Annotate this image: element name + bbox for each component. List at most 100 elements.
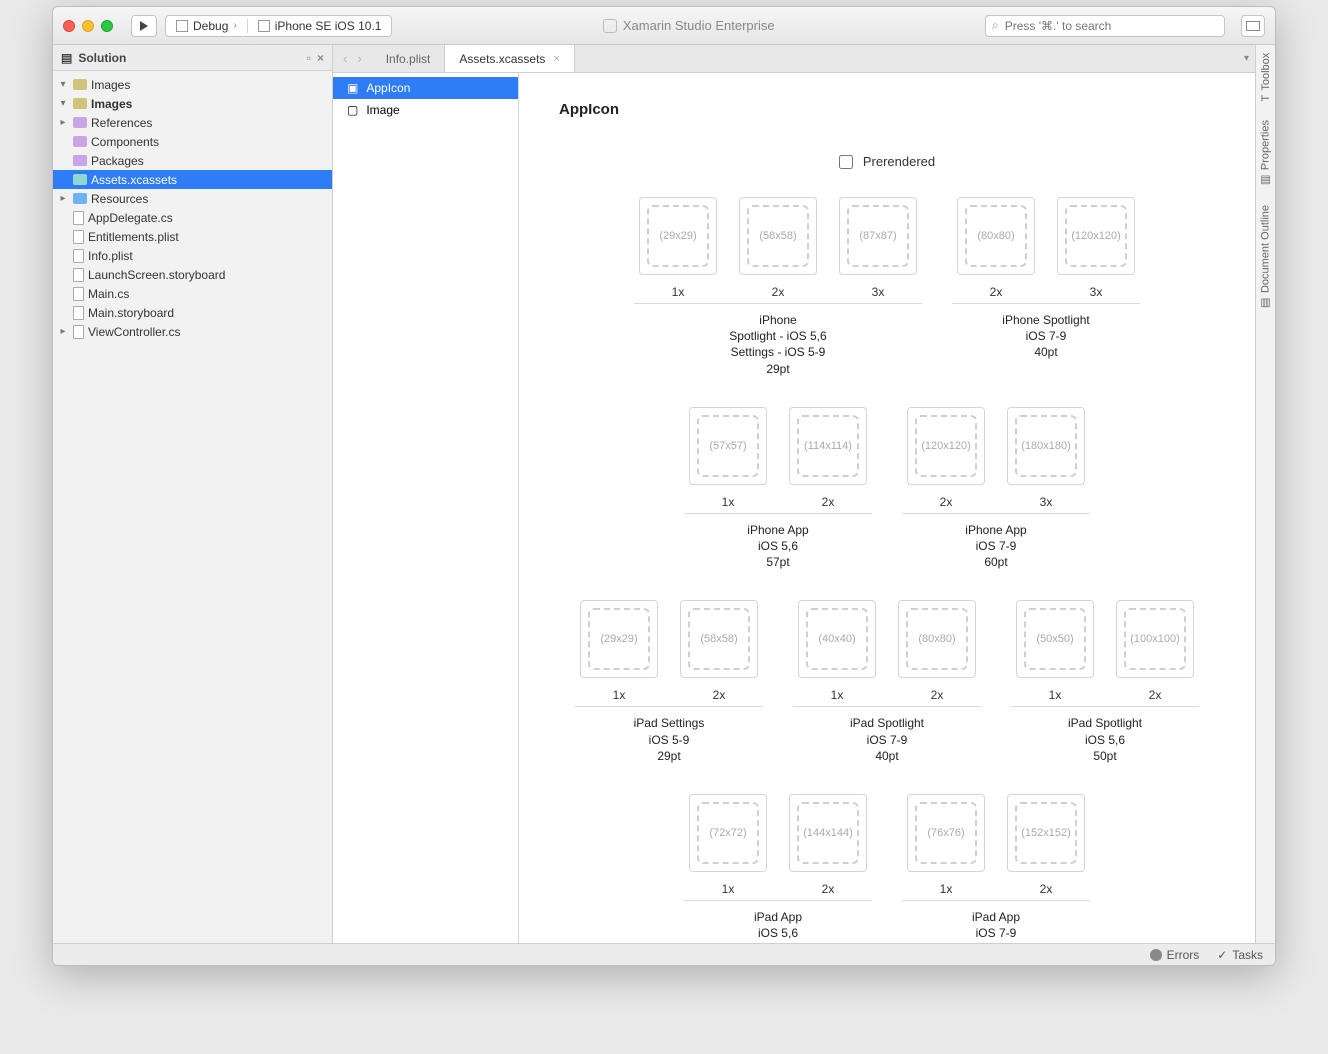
icon-well[interactable]: (40x40) — [798, 600, 876, 678]
icon-group: (120x120)2x(180x180)3xiPhone AppiOS 7-96… — [902, 407, 1090, 571]
icon-group: (80x80)2x(120x120)3xiPhone SpotlightiOS … — [952, 197, 1140, 377]
panel-toggle-button[interactable] — [1241, 15, 1265, 37]
status-errors[interactable]: Errors — [1150, 948, 1200, 962]
run-configuration[interactable]: Debug› iPhone SE iOS 10.1 — [165, 15, 392, 37]
page-title: AppIcon — [559, 101, 1215, 118]
icon-group: (76x76)1x(152x152)2xiPad AppiOS 7-976pt — [902, 794, 1090, 943]
tree-viewcontroller[interactable]: ▸ViewController.cs — [53, 322, 332, 341]
group-title: iPad SpotlightiOS 5,650pt — [1068, 715, 1142, 764]
tree-maincs[interactable]: Main.cs — [53, 284, 332, 303]
tree-references[interactable]: ▸References — [53, 113, 332, 132]
tree-launchscreen[interactable]: LaunchScreen.storyboard — [53, 265, 332, 284]
icon-well[interactable]: (87x87) — [839, 197, 917, 275]
xamarin-icon — [603, 19, 617, 33]
chevron-right-icon: › — [233, 20, 236, 31]
icon-well[interactable]: (120x120) — [907, 407, 985, 485]
close-window-icon[interactable] — [63, 20, 75, 32]
icon-group: (29x29)1x(58x58)2x(87x87)3xiPhoneSpotlig… — [634, 197, 922, 377]
prerendered-label: Prerendered — [863, 154, 935, 169]
rail-properties[interactable]: ▤Properties — [1259, 120, 1272, 187]
global-search[interactable]: ⌕ — [985, 15, 1225, 37]
icon-well[interactable]: (114x114) — [789, 407, 867, 485]
tree-infoplist[interactable]: Info.plist — [53, 246, 332, 265]
group-title: iPad SettingsiOS 5-929pt — [634, 715, 705, 764]
search-input[interactable] — [1005, 19, 1218, 33]
icon-placeholder: (50x50) — [1024, 608, 1086, 670]
asset-appicon[interactable]: ▣AppIcon — [333, 77, 518, 99]
tree-project[interactable]: ▾Images — [53, 94, 332, 113]
references-icon — [73, 117, 87, 128]
tab-info-plist[interactable]: Info.plist — [372, 45, 446, 72]
icon-well[interactable]: (144x144) — [789, 794, 867, 872]
status-bar: Errors ✓Tasks — [53, 943, 1275, 965]
group-title: iPhone SpotlightiOS 7-940pt — [1002, 312, 1089, 361]
minimize-window-icon[interactable] — [82, 20, 94, 32]
zoom-window-icon[interactable] — [101, 20, 113, 32]
nav-forward-button[interactable]: › — [353, 51, 365, 66]
tree-solution-root[interactable]: ▾Images — [53, 75, 332, 94]
file-icon — [73, 306, 84, 320]
icon-well[interactable]: (120x120) — [1057, 197, 1135, 275]
scale-label: 1x — [613, 688, 626, 702]
icon-well[interactable]: (180x180) — [1007, 407, 1085, 485]
run-button[interactable] — [131, 15, 157, 37]
icon-well[interactable]: (57x57) — [689, 407, 767, 485]
editor-tabstrip: ‹ › Info.plist Assets.xcassets× ▾ — [333, 45, 1255, 73]
icon-well[interactable]: (152x152) — [1007, 794, 1085, 872]
icon-well[interactable]: (80x80) — [957, 197, 1035, 275]
pane-options-icon[interactable]: ▫ — [307, 51, 311, 65]
titlebar: Debug› iPhone SE iOS 10.1 Xamarin Studio… — [53, 7, 1275, 45]
rail-document-outline[interactable]: ▥Document Outline — [1259, 205, 1272, 310]
scale-label: 3x — [872, 285, 885, 299]
nav-back-button[interactable]: ‹ — [339, 51, 351, 66]
tab-assets-xcassets[interactable]: Assets.xcassets× — [445, 45, 574, 72]
icon-well[interactable]: (58x58) — [739, 197, 817, 275]
pane-close-icon[interactable]: × — [317, 51, 324, 65]
properties-icon: ▤ — [1259, 174, 1272, 187]
icon-well[interactable]: (50x50) — [1016, 600, 1094, 678]
icon-placeholder: (144x144) — [797, 802, 859, 864]
close-tab-icon[interactable]: × — [553, 53, 559, 65]
right-rail: TToolbox ▤Properties ▥Document Outline — [1255, 45, 1275, 943]
ide-window: Debug› iPhone SE iOS 10.1 Xamarin Studio… — [52, 6, 1276, 966]
scale-label: 1x — [722, 495, 735, 509]
components-icon — [73, 136, 87, 147]
icon-well[interactable]: (100x100) — [1116, 600, 1194, 678]
icon-placeholder: (87x87) — [847, 205, 909, 267]
solution-icon: ▤ — [61, 51, 72, 65]
scale-label: 1x — [831, 688, 844, 702]
file-icon — [73, 287, 84, 301]
tree-assets-xcassets[interactable]: Assets.xcassets — [53, 170, 332, 189]
scale-label: 2x — [713, 688, 726, 702]
rail-toolbox[interactable]: TToolbox — [1260, 53, 1272, 102]
tree-resources[interactable]: ▸Resources — [53, 189, 332, 208]
scale-label: 2x — [931, 688, 944, 702]
tree-entitlements[interactable]: Entitlements.plist — [53, 227, 332, 246]
tab-overflow-icon[interactable]: ▾ — [1244, 53, 1249, 64]
icon-well[interactable]: (76x76) — [907, 794, 985, 872]
tree-components[interactable]: Components — [53, 132, 332, 151]
icon-well[interactable]: (72x72) — [689, 794, 767, 872]
icon-well[interactable]: (29x29) — [580, 600, 658, 678]
prerendered-option: Prerendered — [559, 154, 1215, 169]
icon-well[interactable]: (80x80) — [898, 600, 976, 678]
status-tasks[interactable]: ✓Tasks — [1217, 948, 1263, 962]
group-title: iPhone AppiOS 7-960pt — [965, 522, 1026, 571]
file-icon — [73, 325, 84, 339]
phone-icon — [258, 20, 270, 32]
tree-mainstoryboard[interactable]: Main.storyboard — [53, 303, 332, 322]
tree-appdelegate[interactable]: AppDelegate.cs — [53, 208, 332, 227]
icon-well[interactable]: (58x58) — [680, 600, 758, 678]
image-icon: ▢ — [347, 103, 358, 117]
scale-label: 1x — [722, 882, 735, 896]
group-title: iPhone AppiOS 5,657pt — [747, 522, 808, 571]
tree-packages[interactable]: Packages — [53, 151, 332, 170]
scale-label: 2x — [1149, 688, 1162, 702]
asset-image[interactable]: ▢Image — [333, 99, 518, 121]
prerendered-checkbox[interactable] — [839, 155, 853, 169]
icon-well[interactable]: (29x29) — [639, 197, 717, 275]
scale-label: 1x — [940, 882, 953, 896]
resources-icon — [73, 193, 87, 204]
file-icon — [73, 230, 84, 244]
icon-placeholder: (80x80) — [906, 608, 968, 670]
